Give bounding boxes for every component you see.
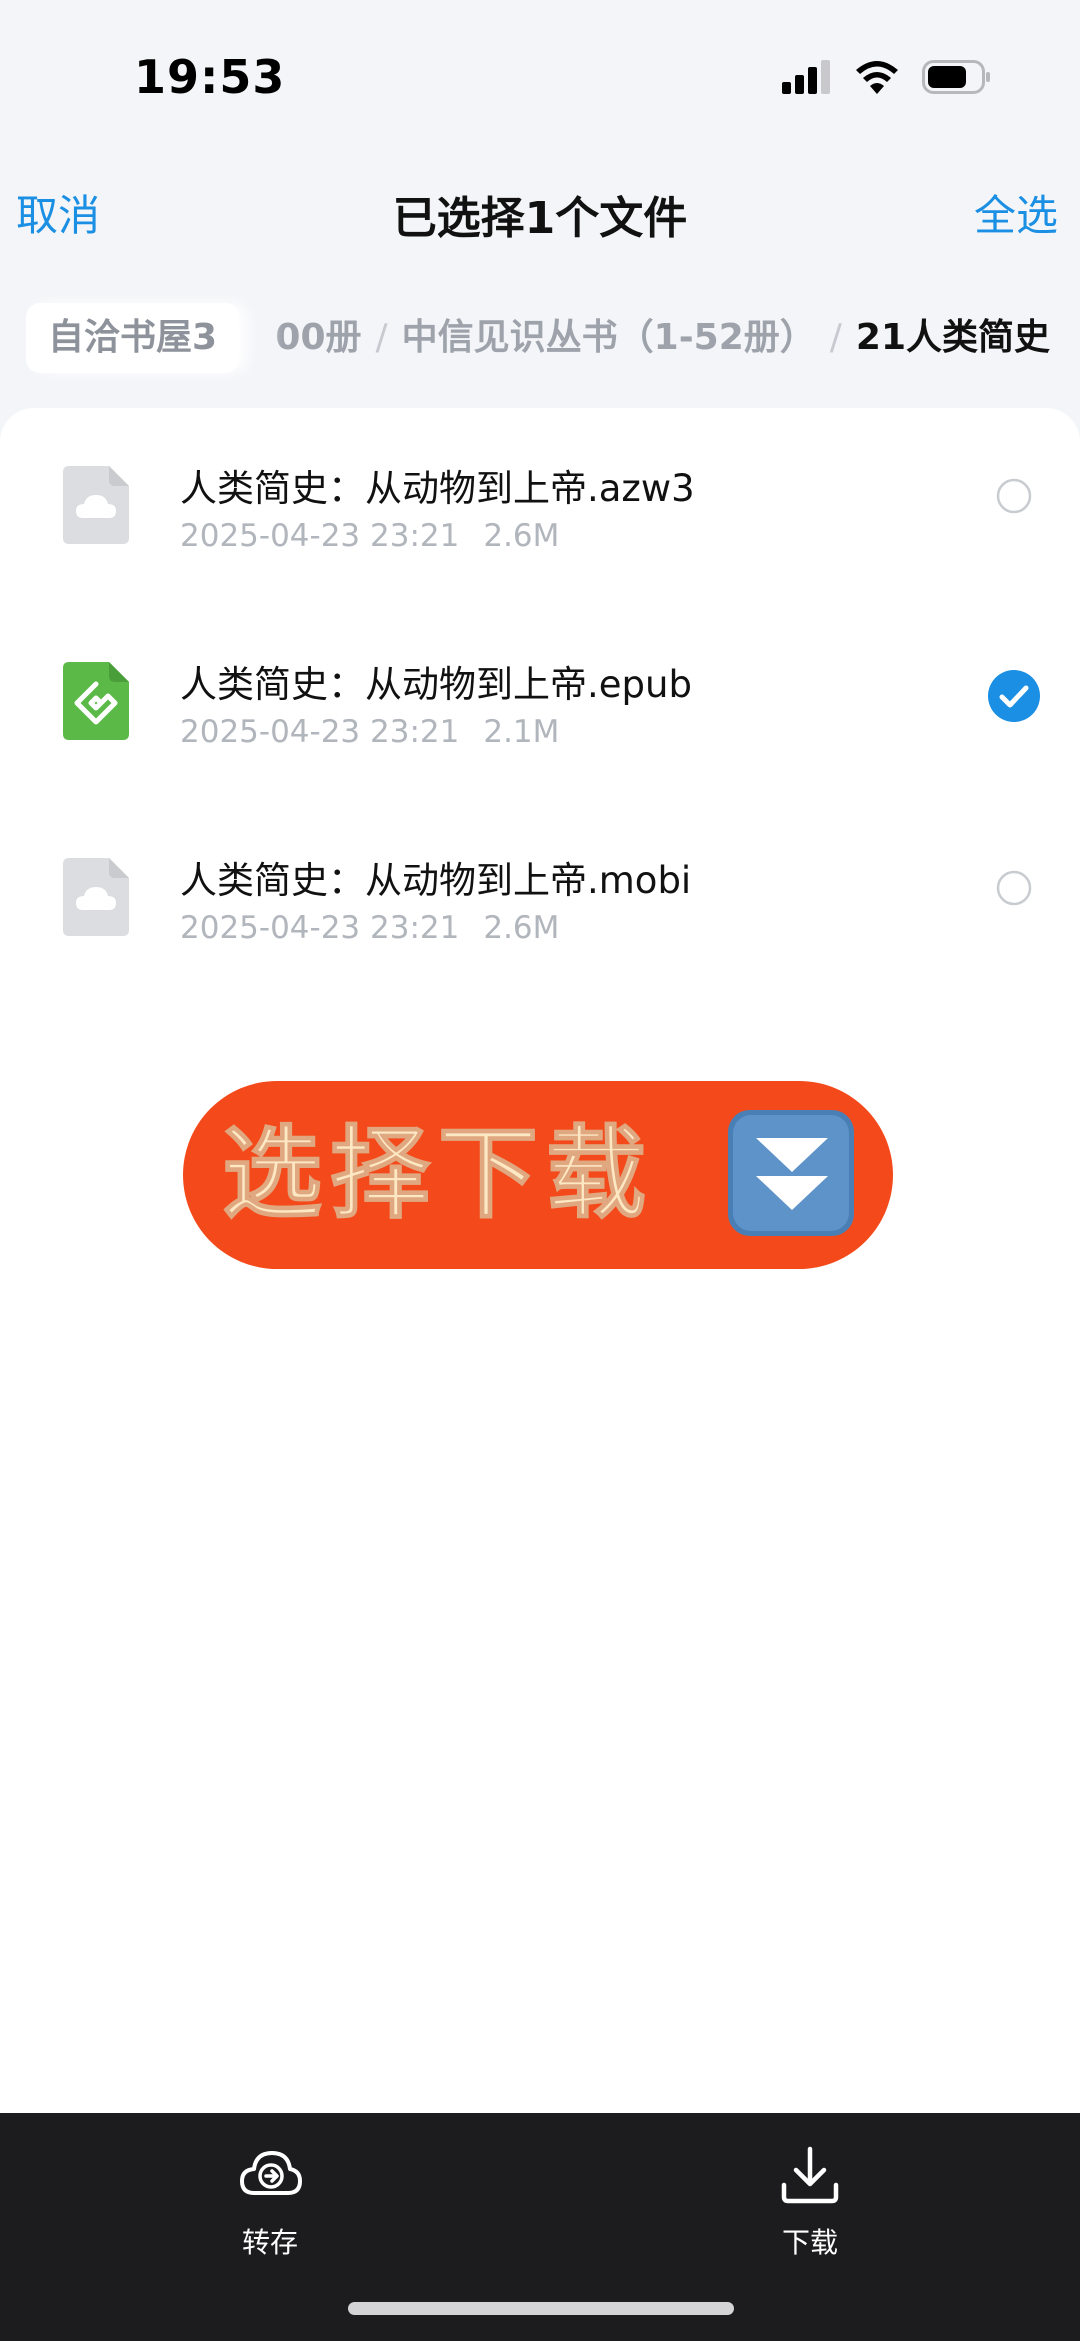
page-title: 已选择1个文件 <box>392 193 688 244</box>
status-time: 19:53 <box>134 50 286 104</box>
checkbox-unchecked-icon[interactable] <box>996 478 1032 514</box>
file-size: 2.6M <box>483 518 560 554</box>
breadcrumb-root[interactable]: 自洽书屋3 <box>26 303 240 373</box>
file-date: 2025-04-23 23:21 <box>180 910 460 946</box>
breadcrumb-trail: 00册 / 中信见识丛书（1-52册） / 21人类简史 <box>275 303 1050 373</box>
save-to-drive-button[interactable]: 转存 <box>170 2133 370 2283</box>
signal-icon <box>782 60 830 94</box>
file-row[interactable]: 人类简史：从动物到上帝.epub 2025-04-23 23:21 2.1M <box>0 604 1080 794</box>
checkbox-checked-icon[interactable] <box>988 670 1040 722</box>
file-meta: 2025-04-23 23:21 2.6M <box>180 910 559 946</box>
file-name: 人类简史：从动物到上帝.azw3 <box>180 467 695 510</box>
breadcrumb: 00册 / 中信见识丛书（1-52册） / 21人类简史 自洽书屋3 <box>0 295 1080 381</box>
nav-bar: 取消 已选择1个文件 全选 <box>0 160 1080 260</box>
file-date: 2025-04-23 23:21 <box>180 518 460 554</box>
double-down-arrow-icon <box>728 1110 854 1236</box>
breadcrumb-separator: / <box>375 317 388 358</box>
download-button[interactable]: 下载 <box>710 2133 910 2283</box>
promo-text: 选择下载 <box>222 1115 654 1232</box>
file-list: 人类简史：从动物到上帝.azw3 2025-04-23 23:21 2.6M 人类… <box>0 408 1080 2113</box>
home-indicator <box>348 2302 734 2315</box>
download-icon <box>781 2146 839 2204</box>
file-row[interactable]: 人类简史：从动物到上帝.mobi 2025-04-23 23:21 2.6M <box>0 800 1080 990</box>
file-meta: 2025-04-23 23:21 2.6M <box>180 518 559 554</box>
select-all-button[interactable]: 全选 <box>974 182 1058 243</box>
breadcrumb-item[interactable]: 中信见识丛书（1-52册） <box>402 317 816 358</box>
battery-icon <box>922 60 990 94</box>
file-name: 人类简史：从动物到上帝.mobi <box>180 859 692 902</box>
checkbox-unchecked-icon[interactable] <box>996 870 1032 906</box>
file-name: 人类简史：从动物到上帝.epub <box>180 663 692 706</box>
save-to-drive-label: 转存 <box>241 2226 298 2259</box>
cloud-transfer-icon <box>240 2151 302 2195</box>
breadcrumb-item[interactable]: 00册 <box>275 317 361 358</box>
file-date: 2025-04-23 23:21 <box>180 714 460 750</box>
download-label: 下载 <box>781 2226 838 2259</box>
breadcrumb-current: 21人类简史 <box>855 317 1050 358</box>
promo-banner: 选择下载 <box>183 1081 893 1269</box>
status-icons <box>782 60 992 94</box>
breadcrumb-separator: / <box>829 317 842 358</box>
status-bar: 19:53 <box>0 0 1080 150</box>
epub-file-icon <box>63 662 129 740</box>
file-size: 2.1M <box>483 714 560 750</box>
wifi-icon <box>856 61 898 94</box>
file-row[interactable]: 人类简史：从动物到上帝.azw3 2025-04-23 23:21 2.6M <box>0 408 1080 598</box>
file-meta: 2025-04-23 23:21 2.1M <box>180 714 559 750</box>
breadcrumb-fade <box>252 303 282 373</box>
file-size: 2.6M <box>483 910 560 946</box>
cloud-file-icon <box>63 858 129 936</box>
cloud-file-icon <box>63 466 129 544</box>
